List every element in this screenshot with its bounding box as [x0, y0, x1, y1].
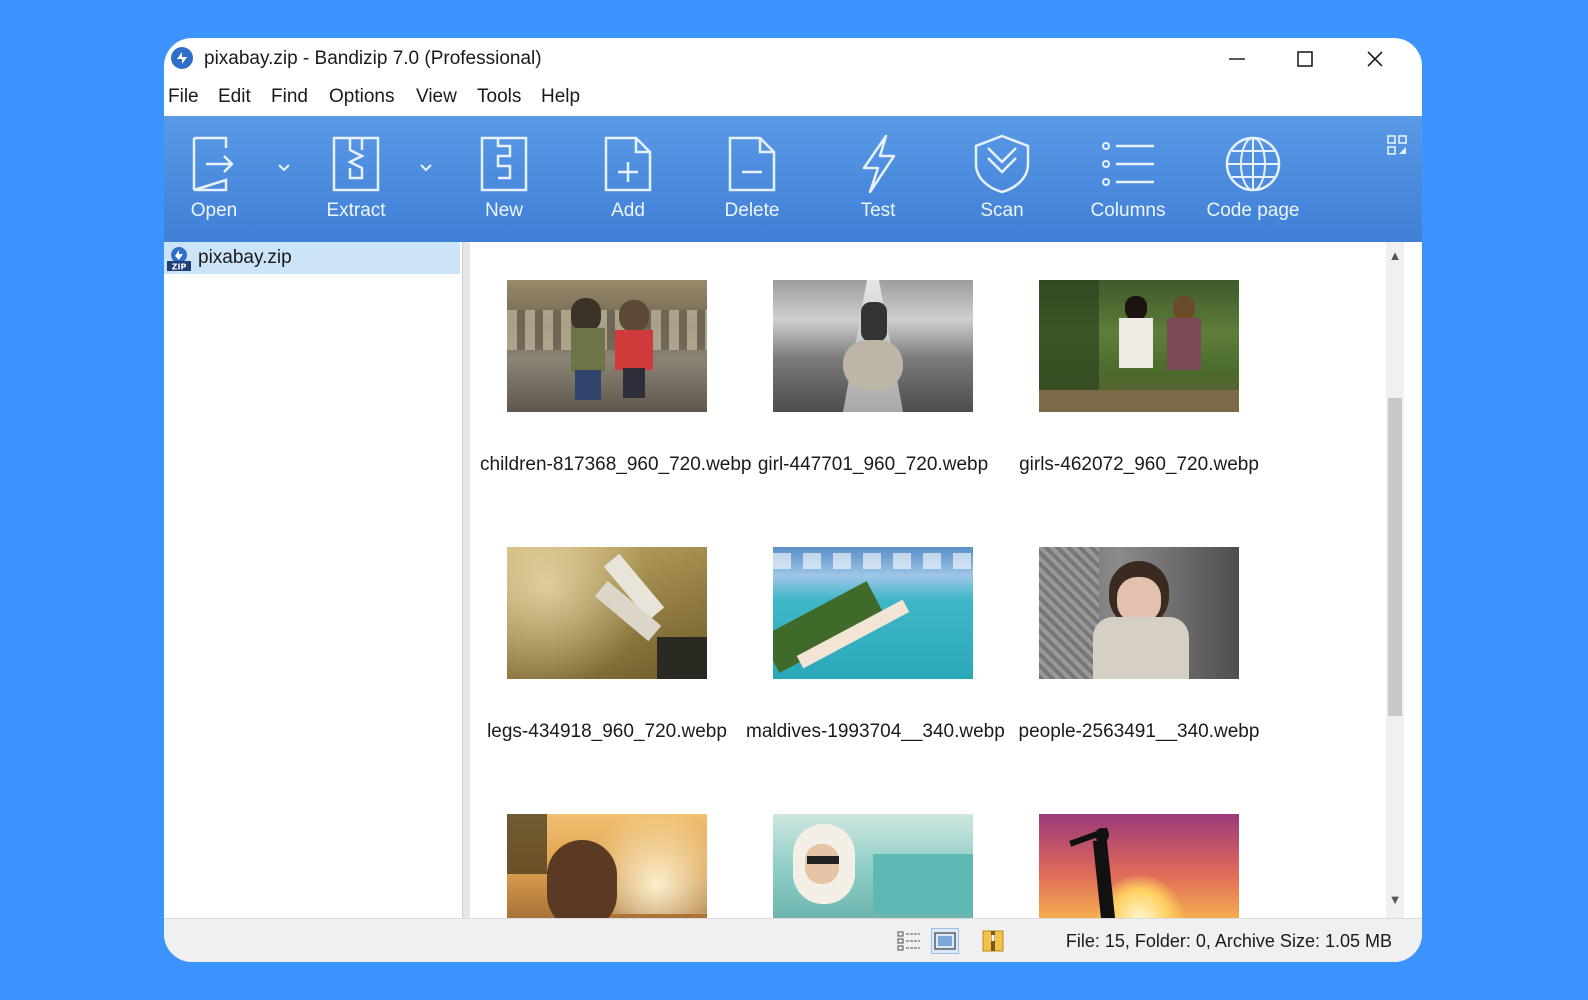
- archive-tree-pane: ZIP pixabay.zip: [164, 242, 462, 918]
- file-thumbnail: [507, 280, 707, 412]
- scan-label: Scan: [980, 200, 1024, 221]
- tree-item-label: pixabay.zip: [198, 247, 292, 268]
- shield-icon: [974, 134, 1030, 194]
- file-item[interactable]: people-2563491__340.webp: [1012, 547, 1266, 743]
- details-view-icon[interactable]: [896, 929, 922, 953]
- columns-button[interactable]: Columns: [1080, 134, 1176, 234]
- menu-edit[interactable]: Edit: [218, 86, 251, 108]
- file-name: girl-447701_960_720.webp: [757, 454, 989, 475]
- menu-find[interactable]: Find: [271, 86, 308, 108]
- archive-info-icon[interactable]: [980, 929, 1006, 953]
- status-text: File: 15, Folder: 0, Archive Size: 1.05 …: [1065, 931, 1392, 951]
- thumbnail-view-icon[interactable]: [931, 928, 959, 954]
- title-bar: pixabay.zip - Bandizip 7.0 (Professional…: [164, 38, 1422, 80]
- file-thumbnail: [1039, 280, 1239, 412]
- file-name: girls-462072_960_720.webp: [1019, 454, 1259, 475]
- extract-icon: [332, 136, 380, 192]
- scan-button[interactable]: Scan: [954, 134, 1050, 234]
- open-label: Open: [190, 200, 238, 221]
- new-label: New: [484, 200, 523, 221]
- new-archive-icon: [480, 136, 528, 192]
- extract-button[interactable]: Extract: [308, 134, 404, 234]
- file-name: children-817368_960_720.webp: [480, 454, 752, 475]
- file-thumbnail: [507, 814, 707, 918]
- app-window: pixabay.zip - Bandizip 7.0 (Professional…: [164, 38, 1422, 962]
- bandizip-logo-icon: [171, 47, 193, 69]
- delete-file-icon: [728, 136, 776, 192]
- file-item[interactable]: [480, 814, 734, 918]
- lightning-icon: [862, 134, 896, 194]
- code-page-button[interactable]: Code page: [1198, 134, 1308, 234]
- close-icon: [1367, 51, 1383, 67]
- file-name: legs-434918_960_720.webp: [487, 721, 727, 742]
- menu-help[interactable]: Help: [541, 86, 580, 108]
- file-name: people-2563491__340.webp: [1018, 721, 1260, 742]
- menu-view[interactable]: View: [416, 86, 457, 108]
- open-button[interactable]: Open: [166, 134, 262, 234]
- scroll-thumb[interactable]: [1388, 398, 1402, 716]
- columns-label: Columns: [1090, 200, 1166, 221]
- menu-options[interactable]: Options: [329, 86, 394, 108]
- add-label: Add: [611, 200, 645, 221]
- zip-file-icon: ZIP: [167, 247, 191, 272]
- code-page-label: Code page: [1206, 200, 1300, 221]
- list-columns-icon: [1102, 142, 1154, 186]
- file-item[interactable]: children-817368_960_720.webp: [480, 280, 752, 476]
- delete-label: Delete: [724, 200, 780, 221]
- scroll-up-arrow-icon[interactable]: ▲: [1386, 248, 1404, 268]
- file-thumbnail: [1039, 814, 1239, 918]
- svg-text:ZIP: ZIP: [172, 263, 187, 272]
- layout-grid-icon[interactable]: [1386, 134, 1408, 156]
- status-bar: File: 15, Folder: 0, Archive Size: 1.05 …: [164, 918, 1422, 962]
- file-thumbnail: [1039, 547, 1239, 679]
- menu-bar: File Edit Find Options View Tools Help: [164, 80, 1422, 114]
- minimize-icon: [1229, 58, 1245, 60]
- vertical-scrollbar[interactable]: ▲ ▼: [1386, 242, 1404, 918]
- scroll-down-arrow-icon[interactable]: ▼: [1386, 892, 1404, 912]
- maximize-button[interactable]: [1282, 44, 1328, 74]
- file-thumbnail: [507, 547, 707, 679]
- maximize-icon: [1297, 51, 1313, 67]
- extract-label: Extract: [326, 200, 386, 221]
- delete-button[interactable]: Delete: [704, 134, 800, 234]
- file-item[interactable]: girl-447701_960_720.webp: [746, 280, 1000, 476]
- file-thumbnail: [773, 547, 973, 679]
- file-thumbnail-view: children-817368_960_720.webp girl-447701…: [470, 242, 1386, 918]
- minimize-button[interactable]: [1214, 44, 1260, 74]
- file-item[interactable]: maldives-1993704__340.webp: [746, 547, 1005, 743]
- test-label: Test: [860, 200, 896, 221]
- toolbar: Open Extract New Add Delete Test Scan Co…: [164, 116, 1422, 242]
- open-icon: [192, 136, 234, 192]
- extract-dropdown-chevron-icon[interactable]: [418, 160, 434, 176]
- file-item[interactable]: [1012, 814, 1266, 918]
- menu-tools[interactable]: Tools: [477, 86, 521, 108]
- add-file-icon: [604, 136, 652, 192]
- file-item[interactable]: girls-462072_960_720.webp: [1012, 280, 1266, 476]
- file-thumbnail: [773, 280, 973, 412]
- file-thumbnail: [773, 814, 973, 918]
- file-item[interactable]: [746, 814, 1000, 918]
- file-name: maldives-1993704__340.webp: [746, 721, 1005, 742]
- open-dropdown-chevron-icon[interactable]: [276, 160, 292, 176]
- file-item[interactable]: legs-434918_960_720.webp: [480, 547, 734, 743]
- close-button[interactable]: [1352, 44, 1398, 74]
- tree-item-archive[interactable]: ZIP pixabay.zip: [164, 242, 460, 274]
- window-title: pixabay.zip - Bandizip 7.0 (Professional…: [204, 48, 542, 69]
- test-button[interactable]: Test: [830, 134, 926, 234]
- globe-icon: [1225, 136, 1281, 192]
- new-archive-button[interactable]: New: [456, 134, 552, 234]
- add-button[interactable]: Add: [580, 134, 676, 234]
- menu-file[interactable]: File: [168, 86, 199, 108]
